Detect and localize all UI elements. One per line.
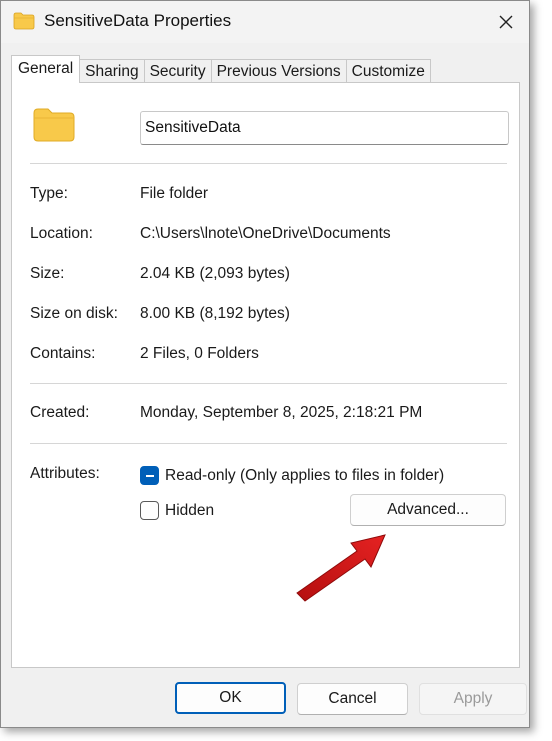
advanced-button[interactable]: Advanced...	[350, 494, 506, 526]
tab-security[interactable]: Security	[143, 59, 212, 83]
title-bar: SensitiveData Properties	[1, 1, 529, 43]
size-label: Size:	[30, 265, 65, 282]
folder-name-input[interactable]	[140, 111, 509, 145]
hidden-checkbox[interactable]	[140, 501, 159, 520]
folder-icon	[13, 12, 35, 30]
close-icon	[499, 15, 513, 29]
cancel-button[interactable]: Cancel	[297, 683, 408, 715]
size-on-disk-label: Size on disk:	[30, 305, 118, 322]
tab-previous-versions[interactable]: Previous Versions	[210, 59, 347, 83]
tab-customize[interactable]: Customize	[345, 59, 431, 83]
created-value: Monday, September 8, 2025, 2:18:21 PM	[140, 404, 423, 421]
close-button[interactable]	[483, 1, 529, 43]
type-value: File folder	[140, 185, 209, 202]
ok-button[interactable]: OK	[175, 682, 286, 714]
contains-label: Contains:	[30, 345, 96, 362]
properties-dialog: SensitiveData Properties General Sharing…	[0, 0, 530, 728]
location-value: C:\Users\lnote\OneDrive\Documents	[140, 225, 391, 242]
separator	[30, 443, 507, 444]
type-label: Type:	[30, 185, 68, 202]
attributes-label: Attributes:	[30, 465, 100, 482]
tab-general[interactable]: General	[11, 55, 81, 83]
hidden-label[interactable]: Hidden	[165, 502, 214, 520]
window-title: SensitiveData Properties	[44, 11, 232, 30]
readonly-label[interactable]: Read-only (Only applies to files in fold…	[165, 467, 444, 485]
separator	[30, 383, 507, 384]
tab-sharing[interactable]: Sharing	[79, 59, 145, 83]
contains-value: 2 Files, 0 Folders	[140, 345, 259, 362]
location-label: Location:	[30, 225, 93, 242]
size-on-disk-value: 8.00 KB (8,192 bytes)	[140, 305, 290, 322]
readonly-checkbox[interactable]	[140, 466, 159, 485]
folder-icon	[33, 108, 75, 142]
tab-strip: General Sharing Security Previous Versio…	[11, 55, 431, 83]
created-label: Created:	[30, 404, 90, 421]
separator	[30, 163, 507, 164]
general-panel: Type: File folder Location: C:\Users\lno…	[11, 82, 520, 668]
size-value: 2.04 KB (2,093 bytes)	[140, 265, 290, 282]
apply-button[interactable]: Apply	[419, 683, 527, 715]
